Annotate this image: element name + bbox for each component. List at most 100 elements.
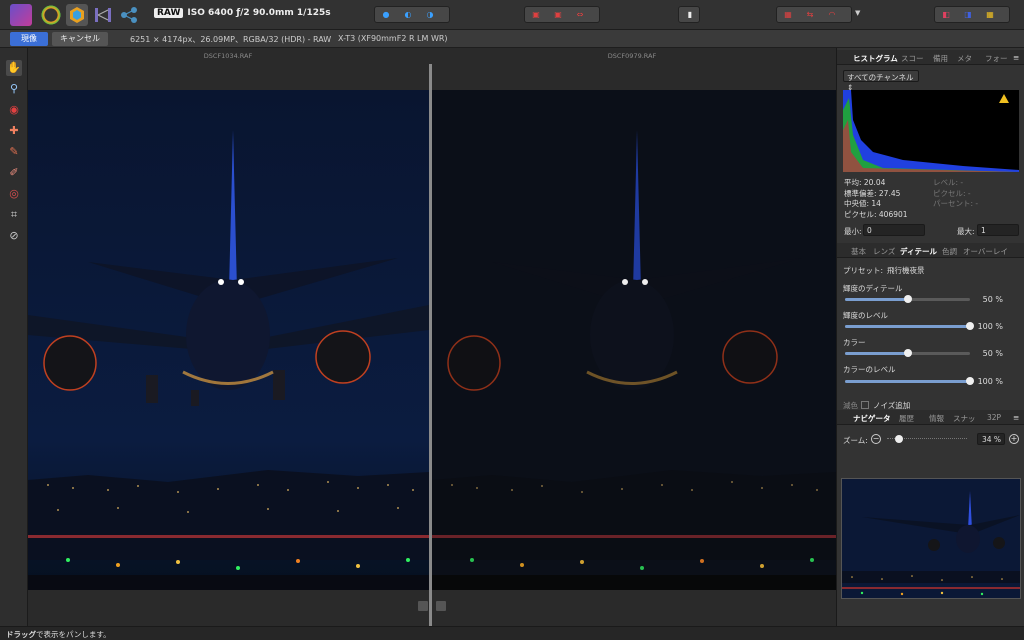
zoom-in-icon[interactable]: + xyxy=(1009,434,1019,444)
swap-view-icon[interactable] xyxy=(418,601,428,611)
tab-history[interactable]: 履歴 xyxy=(899,413,914,424)
tab-tones[interactable]: 色調 xyxy=(942,246,957,257)
crop-tool-icon[interactable]: ⌗ xyxy=(6,207,22,223)
histogram-stats-left: 平均: 20.04 標準偏差: 27.45 中央値: 14 ピクセル: 4069… xyxy=(844,178,908,219)
tab-32bit[interactable]: 備用 xyxy=(933,53,948,64)
color-swatch-icon[interactable]: ▦ xyxy=(979,7,1001,22)
status-action: ドラッグ xyxy=(6,630,36,639)
white-balance-group: ▮ xyxy=(678,6,700,23)
top-toolbar: RAW ISO 6400 ƒ/2 90.0mm 1/125s ● ◐ ◑ ▣ ▣ ⇔ ▮ … xyxy=(0,0,1024,30)
color-value[interactable]: 50 % xyxy=(977,349,1003,358)
develop-tabs: 基本 レンズ ディテール 色調 オーバーレイ xyxy=(837,243,1024,258)
mirror-view-icon[interactable]: ◑ xyxy=(419,7,441,22)
slider-label-color-level: カラーのレベル xyxy=(843,365,896,374)
tone-mapping-persona-icon[interactable] xyxy=(92,4,114,26)
assistant-magnet-icon[interactable]: ◠ xyxy=(821,7,843,22)
before-image-pane[interactable] xyxy=(432,90,836,590)
zoom-tool-icon[interactable]: ⚲ xyxy=(6,81,22,97)
slider-label-color: カラー xyxy=(843,338,866,347)
tab-histogram[interactable]: ヒストグラム xyxy=(853,53,898,64)
develop-button[interactable]: 現像 xyxy=(10,32,48,46)
single-view-icon[interactable]: ● xyxy=(375,7,397,22)
raw-badge: RAW xyxy=(154,8,184,18)
after-image-pane[interactable] xyxy=(28,90,429,590)
context-toolbar: 現像 キャンセル 6251 × 4174px、26.09MP、RGBA/32 (… xyxy=(0,30,1024,48)
tab-navigator[interactable]: ナビゲータ xyxy=(853,413,891,424)
luminance-level-slider[interactable] xyxy=(845,322,974,330)
tab-overlays[interactable]: オーバーレイ xyxy=(963,246,1008,257)
link-view-icon[interactable] xyxy=(436,601,446,611)
exif-text: ISO 6400 ƒ/2 90.0mm 1/125s xyxy=(187,8,331,18)
red-eye-tool-icon[interactable]: ◉ xyxy=(6,102,22,118)
slider-label-luminance-level: 輝度のレベル xyxy=(843,311,888,320)
histogram-tabs: ヒストグラム スコー 備用 メタ フォー ≡ xyxy=(837,50,1024,65)
preset-label: プリセット: xyxy=(843,266,884,275)
zoom-slider[interactable] xyxy=(887,435,967,443)
split-view-icon[interactable]: ◐ xyxy=(397,7,419,22)
studio-panel: ヒストグラム スコー 備用 メタ フォー ≡ すべてのチャンネル ⇕ 平均: 2… xyxy=(836,48,1024,626)
assistant-group: ▦ ⇆ ◠ xyxy=(776,6,852,23)
navigator-tabs: ナビゲータ 履歴 情報 スナッ 32P ≡ xyxy=(837,410,1024,425)
zoom-slider-knob[interactable] xyxy=(895,435,903,443)
status-text: で表示をパンします。 xyxy=(36,630,111,639)
preset-select[interactable]: 飛行機夜景 xyxy=(887,265,925,276)
overlay-erase-tool-icon[interactable]: ✐ xyxy=(6,165,22,181)
tab-detail[interactable]: ディテール xyxy=(900,246,937,257)
navigator-thumbnail[interactable] xyxy=(841,478,1021,599)
photo-persona-icon[interactable] xyxy=(10,4,32,26)
zoom-label: ズーム: xyxy=(843,436,868,445)
luminance-detail-slider[interactable] xyxy=(845,295,970,303)
luminance-detail-value[interactable]: 50 % xyxy=(977,295,1003,304)
min-input[interactable]: 0 xyxy=(863,224,925,236)
panel-menu-icon[interactable]: ≡ xyxy=(1013,53,1019,62)
right-studio-icon[interactable]: ◨ xyxy=(957,7,979,22)
histogram-stats-right: レベル: - ピクセル: - パーセント: - xyxy=(933,178,979,208)
tab-32p[interactable]: 32P xyxy=(987,413,1001,422)
export-persona-icon[interactable] xyxy=(118,4,140,26)
tab-metadata[interactable]: メタ xyxy=(957,53,972,64)
compare-icon[interactable]: ⇆ xyxy=(799,7,821,22)
color-slider[interactable] xyxy=(845,349,970,357)
luminance-level-value[interactable]: 100 % xyxy=(977,322,1003,331)
left-filename: DSCF1034.RAF xyxy=(203,52,253,60)
hand-tool-icon[interactable]: ✋ xyxy=(6,60,22,76)
white-balance-tool-icon[interactable]: ⊘ xyxy=(6,228,22,244)
grid-icon[interactable]: ▦ xyxy=(777,7,799,22)
airplane-night-photo-before xyxy=(432,90,836,590)
overlay-clip-icon[interactable]: ▣ xyxy=(525,7,547,22)
cancel-button[interactable]: キャンセル xyxy=(52,32,108,46)
histogram-graph xyxy=(843,90,1019,172)
gradient-tool-icon[interactable]: ◎ xyxy=(6,186,22,202)
blemish-tool-icon[interactable]: ✚ xyxy=(6,123,22,139)
zoom-out-icon[interactable]: − xyxy=(871,434,881,444)
left-studio-icon[interactable]: ◧ xyxy=(935,7,957,22)
view-mode-group: ● ◐ ◑ xyxy=(374,6,450,23)
overlay-paint-tool-icon[interactable]: ✎ xyxy=(6,144,22,160)
assistant-dropdown-icon[interactable]: ▼ xyxy=(855,9,860,17)
right-filename: DSCF0979.RAF xyxy=(607,52,657,60)
tab-focus[interactable]: フォー xyxy=(985,53,1008,64)
color-level-slider[interactable] xyxy=(845,377,974,385)
document-view[interactable]: DSCF1034.RAF DSCF0979.RAF xyxy=(28,48,836,626)
navigator-menu-icon[interactable]: ≡ xyxy=(1013,413,1019,422)
tab-snapshots[interactable]: スナッ xyxy=(953,413,976,424)
tab-info[interactable]: 情報 xyxy=(929,413,944,424)
tools-panel: ✋ ⚲ ◉ ✚ ✎ ✐ ◎ ⌗ ⊘ xyxy=(0,48,28,626)
channel-select[interactable]: すべてのチャンネル ⇕ xyxy=(843,70,919,92)
color-level-value[interactable]: 100 % xyxy=(977,377,1003,386)
overlay-shadow-icon[interactable]: ▣ xyxy=(547,7,569,22)
develop-persona-icon[interactable] xyxy=(66,4,88,26)
studio-toggle-group: ◧ ◨ ▦ xyxy=(934,6,1010,23)
status-bar: ドラッグで表示をパンします。 xyxy=(0,626,1024,640)
eyedropper-icon[interactable]: ▮ xyxy=(679,7,701,22)
overlay-group: ▣ ▣ ⇔ xyxy=(524,6,600,23)
tab-scope[interactable]: スコー xyxy=(901,53,924,64)
tab-lens[interactable]: レンズ xyxy=(873,246,895,257)
max-input[interactable]: 1 xyxy=(977,224,1019,236)
overlay-highlight-icon[interactable]: ⇔ xyxy=(569,7,591,22)
zoom-value-input[interactable]: 34 % xyxy=(977,433,1005,445)
tab-basic[interactable]: 基本 xyxy=(851,246,866,257)
noise-checkbox[interactable] xyxy=(861,401,869,409)
liquify-persona-icon[interactable] xyxy=(40,4,62,26)
max-label: 最大: xyxy=(957,227,975,236)
